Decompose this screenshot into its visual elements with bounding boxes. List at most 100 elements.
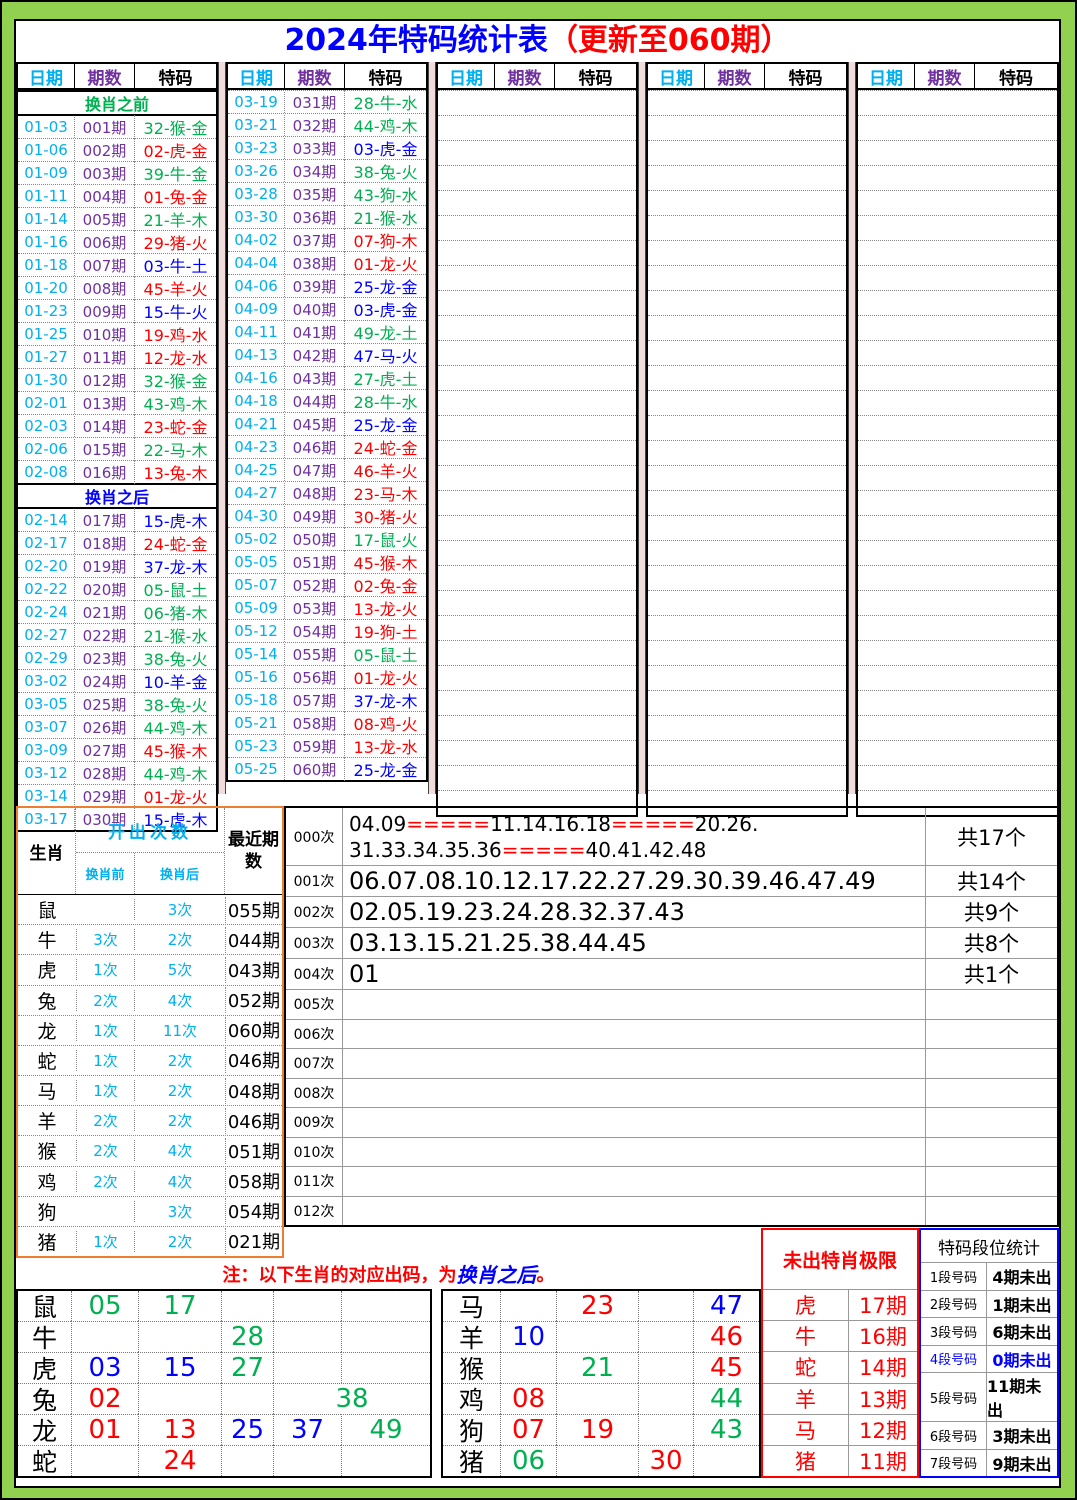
draw-row: 02-24 021期 06-猪-木 bbox=[18, 600, 216, 624]
code-cell: 27-虎-土 bbox=[344, 366, 426, 390]
date-cell: 01-06 bbox=[24, 141, 68, 159]
code-cell: 21-猴-水 bbox=[344, 205, 426, 229]
missing-zodiac-limit-table: 未出特肖极限 虎 17期牛 16期蛇 14期羊 13期马 12期猪 11期 bbox=[761, 1228, 919, 1478]
empty-draw-row bbox=[438, 140, 636, 165]
code-cell: 45-羊-火 bbox=[134, 276, 216, 300]
code-cell: 44-鸡-木 bbox=[134, 715, 216, 739]
date-cell: 04-21 bbox=[234, 415, 278, 433]
date-cell: 05-18 bbox=[234, 691, 278, 709]
missing-limit-row: 蛇 14期 bbox=[763, 1351, 917, 1383]
code-cell: 47-马-火 bbox=[344, 343, 426, 367]
zodiac-stats-row: 龙 1次 11次 060期 bbox=[18, 1014, 282, 1045]
date-cell: 02-14 bbox=[24, 511, 68, 529]
empty-draw-row bbox=[858, 90, 1057, 115]
period-cell: 047期 bbox=[284, 459, 344, 481]
code-cell: 23-马-木 bbox=[344, 481, 426, 505]
code-cell: 29-猪-火 bbox=[134, 230, 216, 254]
draw-history-tables: 日期 期数 特码 换肖之前 01-03 001期 32-猴-金 01-06 002期 02-虎-金… bbox=[16, 62, 1059, 832]
draw-row: 03-30 036期 21-猴-水 bbox=[228, 205, 426, 229]
segment-stats-row: 4段号码 0期未出 bbox=[921, 1344, 1057, 1372]
date-cell: 02-22 bbox=[24, 580, 68, 598]
empty-draw-row bbox=[648, 590, 846, 615]
segment-value: 0期未出 bbox=[992, 1350, 1052, 1370]
empty-draw-row bbox=[438, 115, 636, 140]
period-column-header: 期数 bbox=[494, 63, 554, 89]
code-cell: 01-龙-火 bbox=[134, 784, 216, 808]
zodiac-name: 羊 bbox=[443, 1321, 500, 1352]
period-cell: 024期 bbox=[74, 670, 134, 692]
draw-row: 03-26 034期 38-兔-火 bbox=[228, 159, 426, 183]
draw-row: 05-02 050期 17-鼠-火 bbox=[228, 527, 426, 551]
number-cell bbox=[341, 1352, 430, 1383]
count-before: 1次 bbox=[76, 959, 134, 981]
spreadsheet-page: { "palette":{"red":"#fe0000","blue":"#00… bbox=[0, 0, 1077, 1500]
count-after: 4次 bbox=[134, 1170, 225, 1192]
frequency-numbers: 03.13.15.21.25.38.44.45 bbox=[343, 928, 925, 958]
period-cell: 055期 bbox=[284, 643, 344, 665]
zodiac-name: 羊 bbox=[37, 1111, 57, 1134]
period-cell: 023期 bbox=[74, 647, 134, 669]
zodiac-name: 狗 bbox=[37, 1201, 57, 1224]
code-column-header: 特码 bbox=[554, 63, 636, 89]
code-cell: 19-鸡-水 bbox=[134, 322, 216, 346]
empty-draw-row bbox=[438, 290, 636, 315]
empty-draw-row bbox=[438, 390, 636, 415]
draw-row: 04-25 047期 46-羊-火 bbox=[228, 458, 426, 482]
recent-period: 048期 bbox=[225, 1077, 282, 1104]
empty-draw-row bbox=[438, 340, 636, 365]
segment-stats-row: 6段号码 3期未出 bbox=[921, 1421, 1057, 1449]
count-after: 2次 bbox=[134, 1049, 225, 1071]
zodiac-stats-table: 生肖 开出次数 换肖前 换肖后 最近期数 鼠 3次 055期牛 3次 2次 044期虎 1次… bbox=[16, 806, 284, 1258]
code-cell: 30-猪-火 bbox=[344, 504, 426, 528]
date-cell: 02-08 bbox=[24, 463, 68, 481]
date-cell: 01-16 bbox=[24, 233, 68, 251]
period-cell: 001期 bbox=[74, 116, 134, 138]
draw-row: 01-14 005期 21-羊-木 bbox=[18, 207, 216, 231]
limit-periods: 12期 bbox=[859, 1418, 907, 1443]
draw-row: 02-29 023期 38-兔-火 bbox=[18, 646, 216, 670]
draw-row: 05-25 060期 25-龙-金 bbox=[228, 757, 426, 781]
empty-draw-row bbox=[648, 265, 846, 290]
date-cell: 05-21 bbox=[234, 714, 278, 732]
number-cell: 23 bbox=[556, 1291, 638, 1321]
frequency-label: 011次 bbox=[286, 1167, 343, 1196]
frequency-row: 010次 bbox=[286, 1136, 1057, 1166]
draw-row: 04-13 042期 47-马-火 bbox=[228, 343, 426, 367]
segment-stats-row: 3段号码 6期未出 bbox=[921, 1317, 1057, 1345]
draw-row: 05-07 052期 02-兔-金 bbox=[228, 573, 426, 597]
number-cell: 07 bbox=[500, 1414, 556, 1445]
zodiac-column-header: 生肖 bbox=[18, 808, 76, 894]
recent-period: 051期 bbox=[225, 1137, 282, 1164]
segment-label: 2段号码 bbox=[921, 1290, 987, 1317]
draw-row: 04-27 048期 23-马-木 bbox=[228, 481, 426, 505]
period-cell: 042期 bbox=[284, 344, 344, 366]
date-cell: 04-27 bbox=[234, 484, 278, 502]
frequency-segment: 40.41.42.48 bbox=[585, 837, 707, 862]
period-column-header: 期数 bbox=[914, 63, 974, 89]
frequency-numbers bbox=[343, 1167, 925, 1196]
code-cell: 03-虎-金 bbox=[344, 136, 426, 160]
date-cell: 05-25 bbox=[234, 760, 278, 778]
frequency-numbers bbox=[343, 1049, 925, 1078]
period-cell: 014期 bbox=[74, 415, 134, 437]
period-cell: 009期 bbox=[74, 300, 134, 322]
draw-row: 05-23 059期 13-龙-水 bbox=[228, 734, 426, 758]
zodiac-name: 兔 bbox=[18, 1383, 71, 1414]
empty-draw-row bbox=[648, 665, 846, 690]
note-highlight: 换肖之后 bbox=[456, 1263, 537, 1287]
code-cell: 13-龙-水 bbox=[344, 734, 426, 758]
period-cell: 022期 bbox=[74, 624, 134, 646]
period-cell: 045期 bbox=[284, 413, 344, 435]
date-cell: 03-19 bbox=[234, 93, 278, 111]
number-cell: 01 bbox=[71, 1414, 138, 1445]
frequency-total bbox=[925, 1137, 1057, 1166]
section-header-before: 换肖之前 bbox=[18, 90, 216, 116]
draw-row: 05-05 051期 45-猴-木 bbox=[228, 550, 426, 574]
number-cell bbox=[221, 1291, 273, 1321]
empty-draw-row bbox=[858, 765, 1057, 790]
number-cell: 24 bbox=[138, 1445, 221, 1476]
zodiac-number-table-left: 鼠 05 17 牛 28 虎 03 15 27 兔 02 38 龙 01 13 25 37 49 蛇 24 bbox=[16, 1289, 432, 1478]
draw-row: 01-27 011期 12-龙-水 bbox=[18, 345, 216, 369]
period-cell: 031期 bbox=[284, 91, 344, 113]
period-cell: 043期 bbox=[284, 367, 344, 389]
